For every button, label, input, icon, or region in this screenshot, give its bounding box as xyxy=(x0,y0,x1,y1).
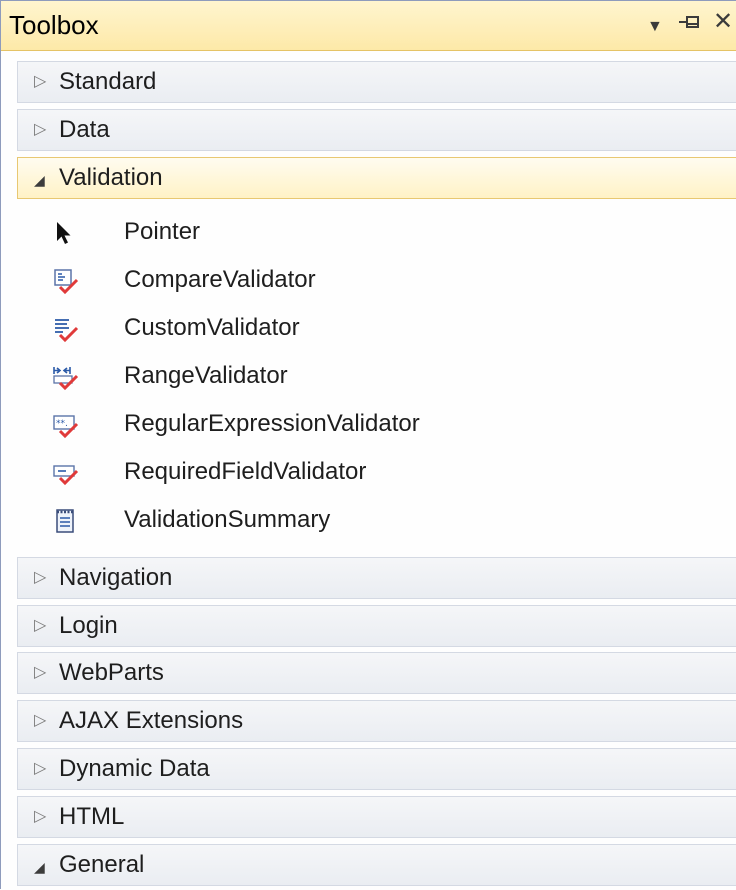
expanded-arrow-icon: ◢ xyxy=(34,859,45,875)
toolbox-panel: Toolbox ▼ ✕ ▷ Standard ▷ Data ◢ Validati… xyxy=(0,0,736,890)
toolbox-item-label: Pointer xyxy=(124,218,201,245)
collapsed-arrow-icon: ▷ xyxy=(34,569,47,586)
pin-icon[interactable] xyxy=(676,11,702,39)
category-label: Validation xyxy=(59,164,163,191)
category-label: WebParts xyxy=(59,659,164,686)
category-data[interactable]: ▷ Data xyxy=(17,109,736,151)
category-label: Standard xyxy=(59,68,157,95)
range-validator-icon xyxy=(51,363,79,391)
pointer-icon xyxy=(51,219,79,247)
toolbox-item-label: RequiredFieldValidator xyxy=(124,458,367,485)
custom-validator-icon xyxy=(51,315,79,343)
close-icon[interactable]: ✕ xyxy=(713,9,733,35)
toolbox-item-customvalidator[interactable]: CustomValidator xyxy=(51,305,736,353)
toolbox-item-regularexpressionvalidator[interactable]: **. RegularExpressionValidator xyxy=(51,401,736,449)
expanded-arrow-icon: ◢ xyxy=(34,172,45,188)
toolbox-item-requiredfieldvalidator[interactable]: RequiredFieldValidator xyxy=(51,449,736,497)
category-ajax-extensions[interactable]: ▷ AJAX Extensions xyxy=(17,700,736,742)
category-validation[interactable]: ◢ Validation xyxy=(17,157,736,199)
toolbox-item-label: RegularExpressionValidator xyxy=(124,410,420,437)
regex-validator-icon: **. xyxy=(51,411,79,439)
toolbox-title: Toolbox xyxy=(9,10,99,40)
category-label: AJAX Extensions xyxy=(59,707,244,734)
category-label: Navigation xyxy=(59,564,173,591)
collapsed-arrow-icon: ▷ xyxy=(34,760,47,777)
svg-text:**.: **. xyxy=(56,419,68,429)
collapsed-arrow-icon: ▷ xyxy=(34,712,47,729)
collapsed-arrow-icon: ▷ xyxy=(34,73,47,90)
category-general[interactable]: ◢ General xyxy=(17,844,736,886)
collapsed-arrow-icon: ▷ xyxy=(34,808,47,825)
dropdown-icon[interactable]: ▼ xyxy=(647,14,663,40)
required-field-validator-icon xyxy=(51,459,79,487)
category-login[interactable]: ▷ Login xyxy=(17,605,736,647)
toolbox-item-label: CompareValidator xyxy=(124,266,316,293)
category-label: Login xyxy=(59,612,118,639)
category-dynamic-data[interactable]: ▷ Dynamic Data xyxy=(17,748,736,790)
category-webparts[interactable]: ▷ WebParts xyxy=(17,652,736,694)
compare-validator-icon xyxy=(51,267,79,295)
category-label: HTML xyxy=(59,803,125,830)
toolbox-item-rangevalidator[interactable]: RangeValidator xyxy=(51,353,736,401)
toolbox-item-label: ValidationSummary xyxy=(124,506,331,533)
toolbox-item-validationsummary[interactable]: ValidationSummary xyxy=(51,497,736,545)
collapsed-arrow-icon: ▷ xyxy=(34,617,47,634)
category-label: Dynamic Data xyxy=(59,755,210,782)
collapsed-arrow-icon: ▷ xyxy=(34,664,47,681)
category-html[interactable]: ▷ HTML xyxy=(17,796,736,838)
category-label: General xyxy=(59,851,145,878)
validation-summary-icon xyxy=(51,507,79,535)
toolbox-item-comparevalidator[interactable]: CompareValidator xyxy=(51,257,736,305)
collapsed-arrow-icon: ▷ xyxy=(34,121,47,138)
toolbox-content: ▷ Standard ▷ Data ◢ Validation Pointer C… xyxy=(1,51,736,890)
toolbox-item-label: RangeValidator xyxy=(124,362,288,389)
toolbox-item-label: CustomValidator xyxy=(124,314,300,341)
category-standard[interactable]: ▷ Standard xyxy=(17,61,736,103)
category-navigation[interactable]: ▷ Navigation xyxy=(17,557,736,599)
category-label: Data xyxy=(59,116,110,143)
toolbox-item-pointer[interactable]: Pointer xyxy=(51,209,736,257)
toolbox-title-bar: Toolbox ▼ ✕ xyxy=(1,1,736,51)
